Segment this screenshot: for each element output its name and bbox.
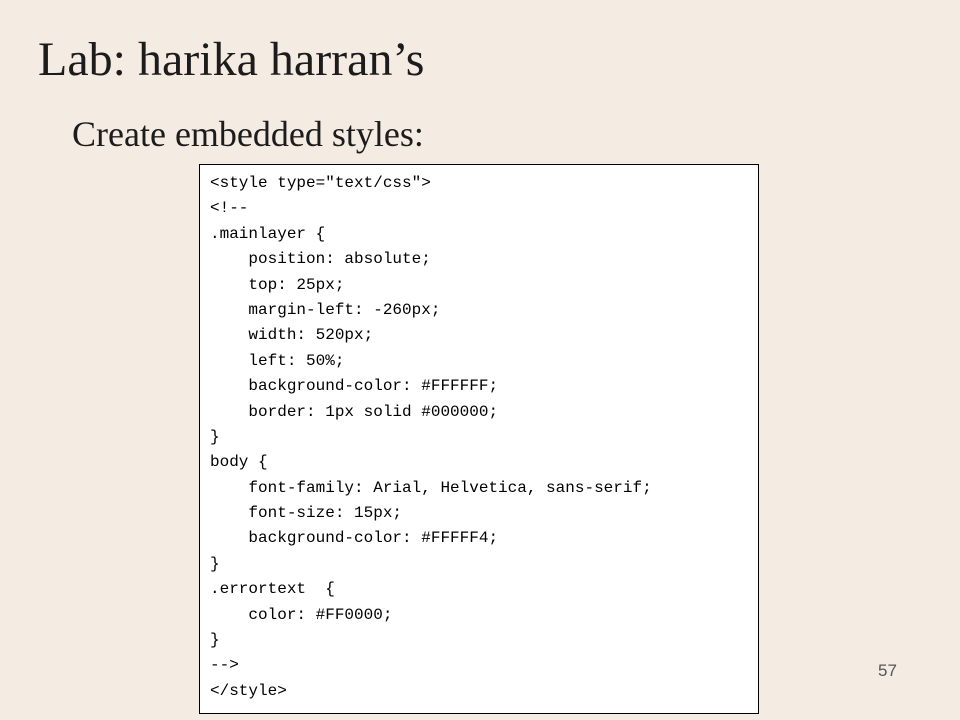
code-line: position: absolute;: [210, 250, 431, 269]
code-line: font-size: 15px;: [210, 504, 403, 523]
code-line: }: [210, 631, 220, 650]
code-line: font-family: Arial, Helvetica, sans-seri…: [210, 478, 652, 497]
code-line: border: 1px solid #000000;: [210, 402, 499, 421]
code-line: }: [210, 427, 220, 446]
code-line: }: [210, 554, 220, 573]
slide-title: Lab: harika harran’s: [38, 33, 425, 86]
code-line: background-color: #FFFFF4;: [210, 529, 499, 548]
code-line: margin-left: -260px;: [210, 300, 441, 319]
code-line: <style type="text/css">: [210, 174, 431, 192]
code-line: -->: [210, 656, 239, 675]
code-line: .mainlayer {: [210, 224, 326, 243]
code-line: top: 25px;: [210, 275, 345, 294]
code-block: <style type="text/css"> <!-- .mainlayer …: [199, 164, 759, 714]
code-line: left: 50%;: [210, 351, 345, 370]
code-line: background-color: #FFFFFF;: [210, 377, 499, 396]
code-line: </style>: [210, 681, 287, 700]
code-line: color: #FF0000;: [210, 605, 393, 624]
code-line: <!--: [210, 199, 249, 218]
code-line: body {: [210, 453, 268, 472]
code-line: width: 520px;: [210, 326, 374, 345]
page-number: 57: [878, 661, 897, 680]
code-line: .errortext {: [210, 580, 335, 599]
slide-subtitle: Create embedded styles:: [72, 114, 424, 154]
